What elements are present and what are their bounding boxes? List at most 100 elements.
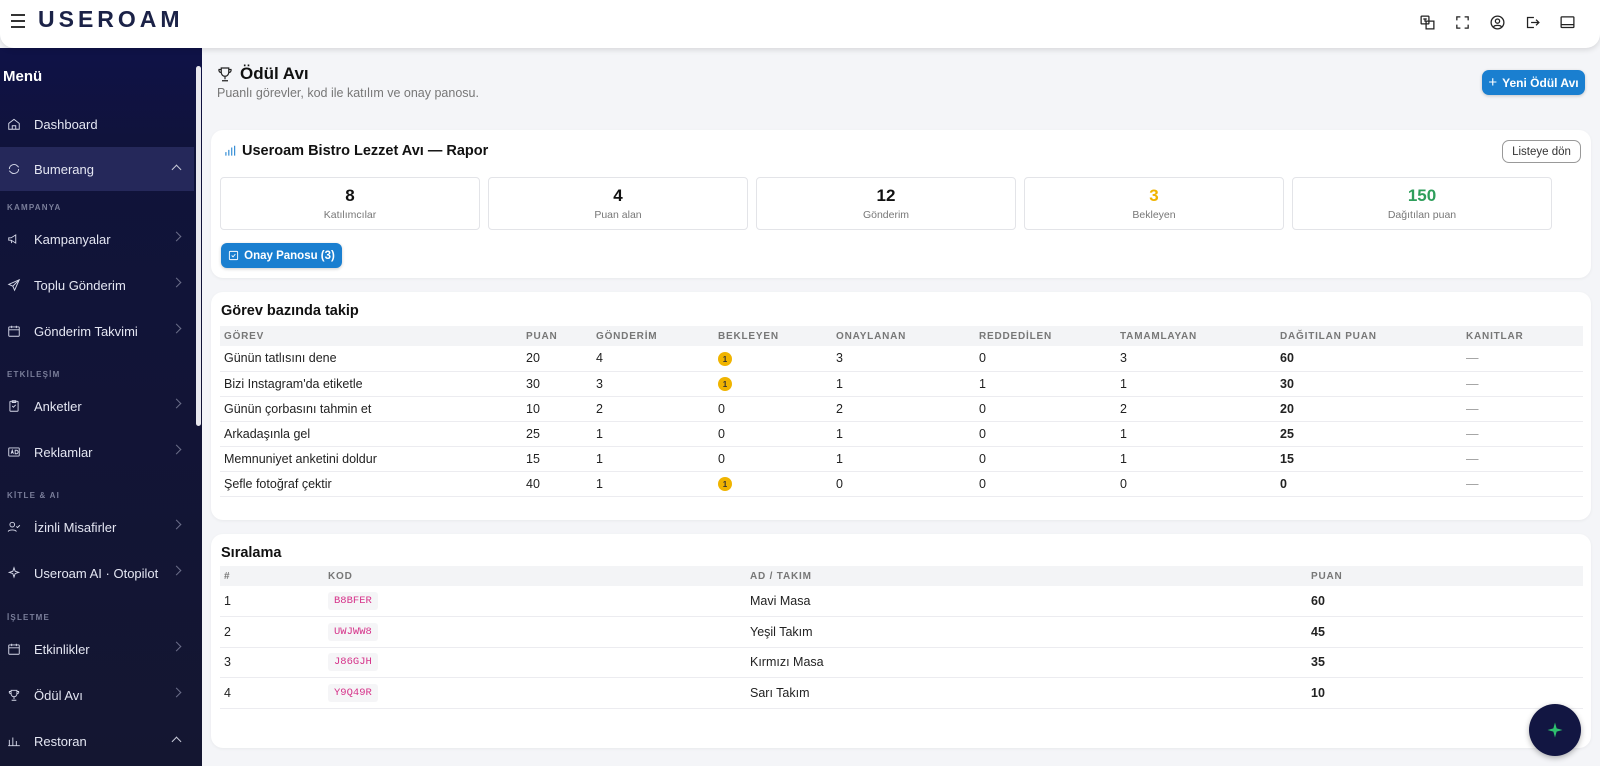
new-reward-hunt-button[interactable]: + Yeni Ödül Avı xyxy=(1482,70,1585,95)
table-cell: Yeşil Takım xyxy=(746,616,1307,648)
table-cell: UWJWW8 xyxy=(324,616,746,648)
logout-icon[interactable] xyxy=(1522,12,1543,33)
sidebar-item-dashboard[interactable]: Dashboard xyxy=(0,102,194,146)
table-row: 2 UWJWW8 Yeşil Takım 45 xyxy=(220,616,1583,648)
table-cell: 1 xyxy=(592,471,714,497)
chevron-right-icon xyxy=(171,687,182,698)
table-cell: 4 xyxy=(592,346,714,372)
task-col-header: DAĞITILAN PUAN xyxy=(1276,326,1462,346)
task-col-header: GÖNDERİM xyxy=(592,326,714,346)
user-icon[interactable] xyxy=(1487,12,1508,33)
translate-icon[interactable] xyxy=(1417,12,1438,33)
sidebar-item-bumerang[interactable]: Bumerang xyxy=(0,147,194,191)
section-label-kampanya: KAMPANYA xyxy=(7,203,62,212)
top-bar: USEROAM xyxy=(0,0,1600,48)
useroam-logo[interactable]: USEROAM xyxy=(38,6,184,33)
back-to-list-button[interactable]: Listeye dön xyxy=(1502,140,1581,163)
sidebar-item-label: Dashboard xyxy=(34,116,98,132)
plus-icon: + xyxy=(1488,74,1498,91)
sidebar-item-restoran[interactable]: Restoran xyxy=(0,719,194,763)
sidebar-item-useroam-ai[interactable]: Useroam AI · Otopilot xyxy=(0,551,194,595)
sidebar-item-anketler[interactable]: Anketler xyxy=(0,384,194,428)
user-check-icon xyxy=(6,519,22,535)
sidebar-item-toplu-gonderim[interactable]: Toplu Gönderim xyxy=(0,263,194,307)
fullscreen-icon[interactable] xyxy=(1452,12,1473,33)
stat-value: 3 xyxy=(1149,186,1159,205)
table-cell: Günün tatlısını dene xyxy=(220,346,522,372)
approval-board-button[interactable]: Onay Panosu (3) xyxy=(221,243,342,268)
table-cell: 1 xyxy=(592,446,714,472)
table-cell: 0 xyxy=(975,421,1116,447)
chevron-right-icon xyxy=(171,444,182,455)
sidebar-item-label: Anketler xyxy=(34,398,82,414)
sidebar-item-label: Etkinlikler xyxy=(34,641,90,657)
table-cell: 0 xyxy=(714,446,832,472)
table-cell: 1 xyxy=(975,371,1116,397)
report-card: Useroam Bistro Lezzet Avı — Rapor Listey… xyxy=(211,130,1591,278)
table-cell: 0 xyxy=(714,396,832,422)
chevron-right-icon xyxy=(171,641,182,652)
table-cell: 2 xyxy=(220,616,324,648)
page-title: Ödül Avı xyxy=(216,64,309,84)
refresh-icon xyxy=(6,161,22,177)
chevron-right-icon xyxy=(171,323,182,334)
table-cell: 1 xyxy=(220,586,324,617)
table-row: 4 Y9Q49R Sarı Takım 10 xyxy=(220,677,1583,709)
sidebar-item-etkinlikler[interactable]: Etkinlikler xyxy=(0,627,194,671)
table-cell: Mavi Masa xyxy=(746,586,1307,617)
table-cell: 20 xyxy=(522,346,592,372)
table-cell: Bizi Instagram'da etiketle xyxy=(220,371,522,397)
sidebar-item-kampanyalar[interactable]: Kampanyalar xyxy=(0,217,194,261)
table-cell: 0 xyxy=(1116,471,1276,497)
hamburger-menu-icon[interactable] xyxy=(8,10,30,32)
table-cell: 0 xyxy=(975,471,1116,497)
sidebar-item-izinli-misafirler[interactable]: İzinli Misafirler xyxy=(0,505,194,549)
task-tracking-card: Görev bazında takip GÖREV PUAN GÖNDERİM BEK… xyxy=(211,292,1591,520)
sparkle-icon xyxy=(6,565,22,581)
sidebar-item-label: Gönderim Takvimi xyxy=(34,323,138,339)
table-cell: — xyxy=(1462,471,1583,497)
participant-code: B8BFER xyxy=(328,592,378,610)
table-cell: 60 xyxy=(1276,346,1462,372)
table-cell: 30 xyxy=(1276,371,1462,397)
stat-submissions: 12 Gönderim xyxy=(756,177,1016,230)
stat-label: Bekleyen xyxy=(1132,209,1176,221)
sidebar-scrollbar[interactable] xyxy=(196,66,201,426)
table-cell: B8BFER xyxy=(324,586,746,617)
task-col-header: KANITLAR xyxy=(1462,326,1583,346)
checkbox-icon xyxy=(229,250,239,261)
stat-pending: 3 Bekleyen xyxy=(1024,177,1284,230)
task-tracking-title: Görev bazında takip xyxy=(221,303,359,319)
sidebar-item-gonderim-takvimi[interactable]: Gönderim Takvimi xyxy=(0,309,194,353)
table-cell: — xyxy=(1462,346,1583,372)
display-icon[interactable] xyxy=(1557,12,1578,33)
table-cell: 2 xyxy=(832,396,975,422)
sidebar-item-label: Bumerang xyxy=(34,161,94,177)
sidebar-item-reklamlar[interactable]: Reklamlar xyxy=(0,430,194,474)
section-label-isletme: İŞLETME xyxy=(7,613,51,622)
bar-chart-icon xyxy=(225,145,236,156)
megaphone-icon xyxy=(6,231,22,247)
table-cell: Y9Q49R xyxy=(324,677,746,709)
participant-code: UWJWW8 xyxy=(328,622,378,641)
clipboard-icon xyxy=(6,398,22,414)
table-row: Günün tatlısını dene 20 4 1 3 0 3 60— xyxy=(220,346,1583,372)
trophy-icon xyxy=(6,687,22,703)
chevron-right-icon xyxy=(171,231,182,242)
sidebar-item-label: Useroam AI · Otopilot xyxy=(34,565,159,581)
task-table-header: GÖREV PUAN GÖNDERİM BEKLEYEN ONAYLANAN REDDED… xyxy=(220,326,1583,346)
sidebar-item-label: Ödül Avı xyxy=(34,687,83,703)
table-cell: 35 xyxy=(1307,647,1583,678)
section-label-etkilesim: ETKİLEŞİM xyxy=(7,370,61,379)
ranking-table-header: # KOD AD / TAKIM PUAN xyxy=(220,566,1583,586)
ai-assistant-button[interactable] xyxy=(1529,704,1581,756)
stat-value: 12 xyxy=(876,186,896,205)
task-col-header: REDDEDİLEN xyxy=(975,326,1116,346)
ranking-col-header: # xyxy=(220,566,324,586)
table-row: Memnuniyet anketini doldur 15 1 0 1 0 1 15— xyxy=(220,446,1583,472)
table-cell: 0 xyxy=(1276,471,1462,497)
table-cell: 1 xyxy=(714,471,832,497)
sidebar-item-odul-avi[interactable]: Ödül Avı xyxy=(0,673,194,717)
table-cell: 1 xyxy=(1116,421,1276,447)
table-row: 1 B8BFER Mavi Masa 60 xyxy=(220,586,1583,617)
